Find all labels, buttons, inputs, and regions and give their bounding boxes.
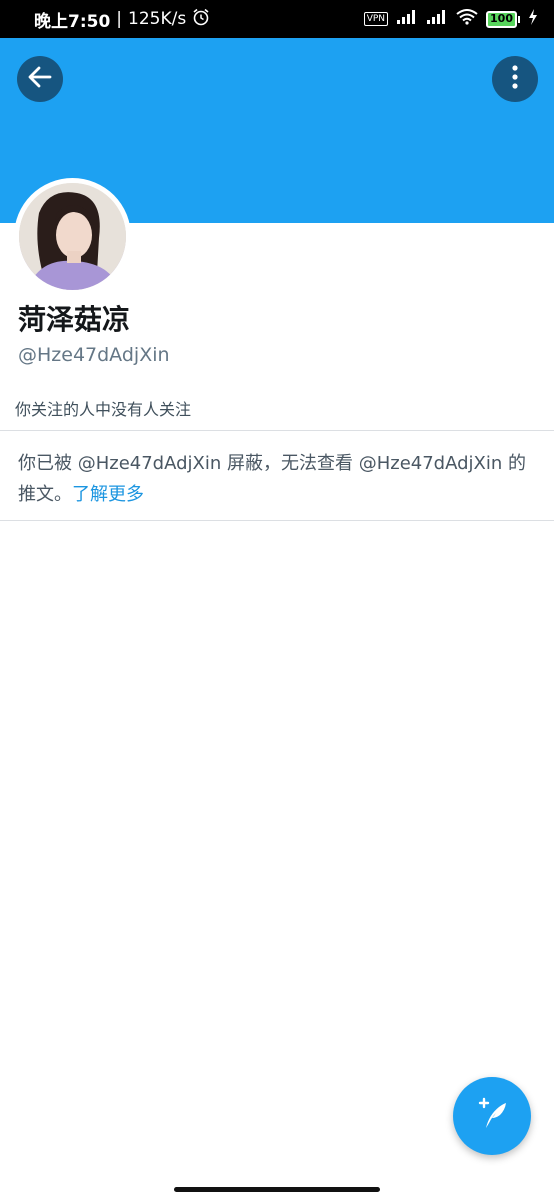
back-button[interactable] [17,56,63,102]
learn-more-link[interactable]: 了解更多 [72,484,144,505]
network-speed: 125K/s [128,9,187,29]
alarm-icon [192,8,210,31]
battery-icon: 100 [486,10,520,28]
battery-level: 100 [486,10,517,28]
compose-tweet-button[interactable] [453,1077,531,1155]
status-right: VPN 100 [363,8,538,30]
compose-tweet-icon [475,1097,509,1135]
status-left: 晚上7:50 | 125K/s [34,7,210,32]
profile-screen: 晚上7:50 | 125K/s VPN 100 菏泽菇凉 @Hze47dAdjX… [0,0,554,1200]
status-time: 晚上7:50 [34,11,111,32]
divider [0,520,554,521]
status-separator: | [116,9,123,29]
status-bar: 晚上7:50 | 125K/s VPN 100 [0,0,554,38]
back-arrow-icon [27,64,53,94]
profile-name: 菏泽菇凉 [18,303,131,336]
followers-you-know-note: 你关注的人中没有人关注 [15,400,192,419]
signal-icon [426,9,448,30]
signal-icon [396,9,418,30]
blocked-notice: 你已被 @Hze47dAdjXin 屏蔽，无法查看 @Hze47dAdjXin … [18,448,538,510]
profile-handle: @Hze47dAdjXin [18,344,170,366]
home-indicator[interactable] [174,1187,380,1192]
charging-icon [528,8,538,30]
avatar-image [19,183,126,290]
more-options-button[interactable] [492,56,538,102]
wifi-icon [456,8,478,30]
battery-tip [518,15,520,23]
more-vertical-icon [511,64,519,94]
divider [0,430,554,431]
vpn-badge: VPN [363,12,389,26]
avatar[interactable] [14,178,131,295]
